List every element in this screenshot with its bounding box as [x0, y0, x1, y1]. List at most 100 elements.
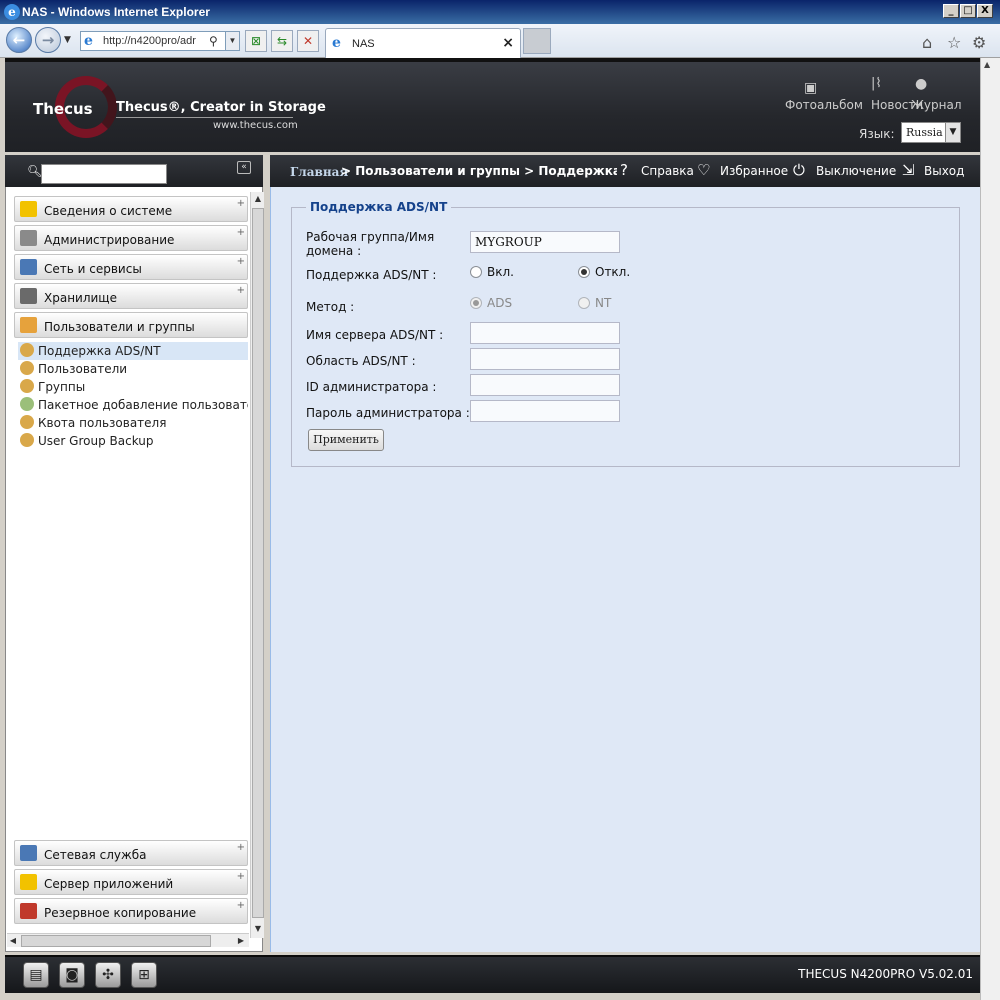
compatibility-icon[interactable]: ⊠	[245, 30, 267, 52]
search-input[interactable]	[41, 164, 167, 184]
category-label: Сведения о системе	[44, 204, 173, 218]
shutdown-link[interactable]: Выключение	[816, 164, 896, 178]
expand-icon[interactable]: +	[237, 871, 245, 882]
photo-album-icon[interactable]: ▣	[804, 80, 817, 96]
workgroup-field[interactable]	[470, 231, 620, 253]
sidebar-item-user-group-backup[interactable]: User Group Backup	[18, 432, 248, 450]
collapse-sidebar-button[interactable]: «	[237, 161, 251, 174]
method-nt-radio[interactable]	[578, 297, 590, 309]
heart-icon[interactable]: ♡	[697, 161, 710, 179]
favorites-star-icon[interactable]: ☆	[947, 33, 961, 52]
admin-id-field[interactable]	[470, 374, 620, 396]
sidebar-category-app-server[interactable]: Сервер приложений +	[14, 869, 248, 895]
scroll-thumb[interactable]	[252, 208, 264, 918]
logout-link[interactable]: Выход	[924, 164, 964, 178]
scroll-left-icon[interactable]: ◀	[7, 934, 19, 948]
history-dropdown-icon[interactable]: ▼	[64, 35, 71, 45]
log-speech-icon[interactable]: ●	[915, 76, 927, 92]
sidebar-category-backup[interactable]: Резервное копирование +	[14, 898, 248, 924]
expand-icon[interactable]: +	[237, 842, 245, 853]
status-footer: ▤ ◙ ✣ ⊞ THECUS N4200PRO V5.02.01	[5, 955, 980, 993]
forward-button[interactable]: →	[35, 27, 61, 53]
server-icon[interactable]: ▤	[23, 962, 49, 988]
language-value: Russia	[906, 126, 943, 139]
minimize-button[interactable]: _	[943, 4, 959, 18]
stop-icon[interactable]: ✕	[297, 30, 319, 52]
disk-icon[interactable]: ◙	[59, 962, 85, 988]
maximize-button[interactable]: □	[960, 4, 976, 18]
tab-close-icon[interactable]: ×	[502, 35, 514, 51]
realm-field[interactable]	[470, 348, 620, 370]
sidebar-horizontal-scrollbar[interactable]: ◀ ▶	[7, 933, 249, 947]
scroll-up-icon[interactable]: ▲	[984, 60, 990, 69]
power-icon[interactable]: ⏻	[793, 161, 805, 179]
ads-nt-fieldset: Поддержка ADS/NT Рабочая группа/Имя доме…	[291, 200, 960, 467]
batch-users-icon	[20, 397, 34, 411]
help-icon[interactable]: ?	[620, 161, 628, 179]
sidebar-category-storage[interactable]: Хранилище +	[14, 283, 248, 309]
language-select[interactable]: Russia ▼	[901, 122, 961, 143]
expand-icon[interactable]: +	[237, 256, 245, 267]
sidebar-category-system-info[interactable]: Сведения о системе +	[14, 196, 248, 222]
backup-icon	[20, 903, 37, 919]
network-tree-icon[interactable]: ⊞	[131, 962, 157, 988]
log-link[interactable]: Журнал	[911, 98, 962, 112]
expand-icon[interactable]: +	[237, 900, 245, 911]
ads-support-off-radio[interactable]	[578, 266, 590, 278]
refresh-icon[interactable]: ⇆	[271, 30, 293, 52]
sidebar-item-users[interactable]: Пользователи	[18, 360, 248, 378]
tab-nas[interactable]: e NAS ×	[325, 28, 521, 58]
sidebar-item-quota[interactable]: Квота пользователя	[18, 414, 248, 432]
sidebar-item-label: Группы	[38, 380, 86, 394]
breadcrumb-bar: Главная > Пользователи и группы > Поддер…	[270, 155, 980, 187]
sidebar-item-groups[interactable]: Группы	[18, 378, 248, 396]
breadcrumb: > Пользователи и группы > Поддержка ADS/…	[341, 164, 617, 178]
server-name-field[interactable]	[470, 322, 620, 344]
new-tab-button[interactable]	[523, 28, 551, 54]
category-label: Сервер приложений	[44, 877, 174, 891]
admin-password-label: Пароль администратора :	[306, 406, 470, 420]
page-scrollbar[interactable]: ▲	[980, 58, 1000, 1000]
address-bar[interactable]: e http://n4200pro/adr ⚲ ▼	[80, 31, 240, 51]
chevron-down-icon[interactable]: ▼	[945, 123, 960, 142]
category-label: Сеть и сервисы	[44, 262, 142, 276]
ads-support-on-radio[interactable]	[470, 266, 482, 278]
sidebar-item-batch-add[interactable]: Пакетное добавление пользователей	[18, 396, 248, 414]
tools-gear-icon[interactable]: ⚙	[972, 33, 986, 52]
expand-icon[interactable]: +	[237, 227, 245, 238]
search-address-icon[interactable]: ⚲	[209, 34, 218, 48]
method-ads-label: ADS	[487, 296, 513, 310]
fieldset-legend: Поддержка ADS/NT	[306, 200, 452, 214]
favorites-link[interactable]: Избранное	[720, 164, 788, 178]
scroll-thumb[interactable]	[21, 935, 211, 947]
method-ads-radio[interactable]	[470, 297, 482, 309]
exit-icon[interactable]: ⇲	[902, 161, 915, 179]
rss-icon[interactable]: |⌇	[871, 76, 882, 91]
address-dropdown-icon[interactable]: ▼	[225, 32, 239, 50]
sidebar-vertical-scrollbar[interactable]: ▲ ▼	[250, 192, 264, 938]
admin-password-field[interactable]	[470, 400, 620, 422]
sidebar-category-administration[interactable]: Администрирование +	[14, 225, 248, 251]
sidebar-category-network-service[interactable]: Сетевая служба +	[14, 840, 248, 866]
category-label: Хранилище	[44, 291, 117, 305]
expand-icon[interactable]: +	[237, 198, 245, 209]
scroll-down-icon[interactable]: ▼	[252, 922, 264, 936]
home-icon[interactable]: ⌂	[922, 33, 932, 52]
sidebar-category-users-groups[interactable]: Пользователи и группы	[14, 312, 248, 338]
close-window-button[interactable]: X	[977, 4, 993, 18]
photo-album-link[interactable]: Фотоальбом	[785, 98, 863, 112]
sidebar-item-ads-nt[interactable]: Поддержка ADS/NT	[18, 342, 248, 360]
breadcrumb-home-link[interactable]: Главная	[290, 165, 348, 179]
expand-icon[interactable]: +	[237, 285, 245, 296]
scroll-up-icon[interactable]: ▲	[252, 192, 264, 206]
fan-icon[interactable]: ✣	[95, 962, 121, 988]
address-text: http://n4200pro/adr	[103, 35, 196, 47]
back-button[interactable]: ←	[6, 27, 32, 53]
sidebar-category-network[interactable]: Сеть и сервисы +	[14, 254, 248, 280]
workgroup-label: Рабочая группа/Имя домена :	[306, 230, 435, 258]
website-url: www.thecus.com	[213, 120, 298, 131]
apply-button[interactable]: Применить	[308, 429, 384, 451]
scroll-right-icon[interactable]: ▶	[235, 934, 247, 948]
method-nt-label: NT	[595, 296, 612, 310]
help-link[interactable]: Справка	[641, 164, 694, 178]
